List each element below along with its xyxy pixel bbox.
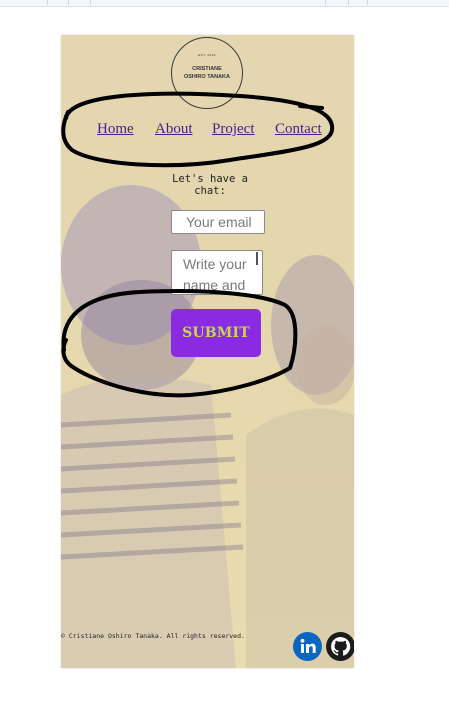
github-icon [331,637,351,656]
nav-link-home[interactable]: Home [97,121,134,138]
linkedin-icon [300,638,316,653]
logo-name-line1: CRISTIANE [192,66,222,72]
textarea-scrollbar[interactable] [256,252,258,265]
submit-button[interactable]: SUBMIT [171,309,261,357]
email-input[interactable] [171,210,265,234]
nav-link-about[interactable]: About [155,121,193,138]
brand-logo: EST. 2022 CRISTIANE OSHIRO TANAKA FRONTE… [171,37,243,109]
logo-bottom-text: FRONTEND DEVELOPER [186,93,228,97]
logo-name-line2: OSHIRO TANAKA [183,74,231,80]
nav-link-contact[interactable]: Contact [275,121,322,138]
contact-title: Let's have a chat: [172,173,248,197]
logo-top-text: EST. 2022 [198,53,216,57]
message-textarea[interactable] [171,250,263,295]
linkedin-link[interactable] [293,632,322,661]
copyright-text: © Cristiane Oshiro Tanaka. All rights re… [61,632,245,640]
nav-link-project[interactable]: Project [212,121,255,138]
portfolio-page: EST. 2022 CRISTIANE OSHIRO TANAKA FRONTE… [61,35,354,668]
github-link[interactable] [326,632,354,661]
browser-top-strip [0,0,449,7]
